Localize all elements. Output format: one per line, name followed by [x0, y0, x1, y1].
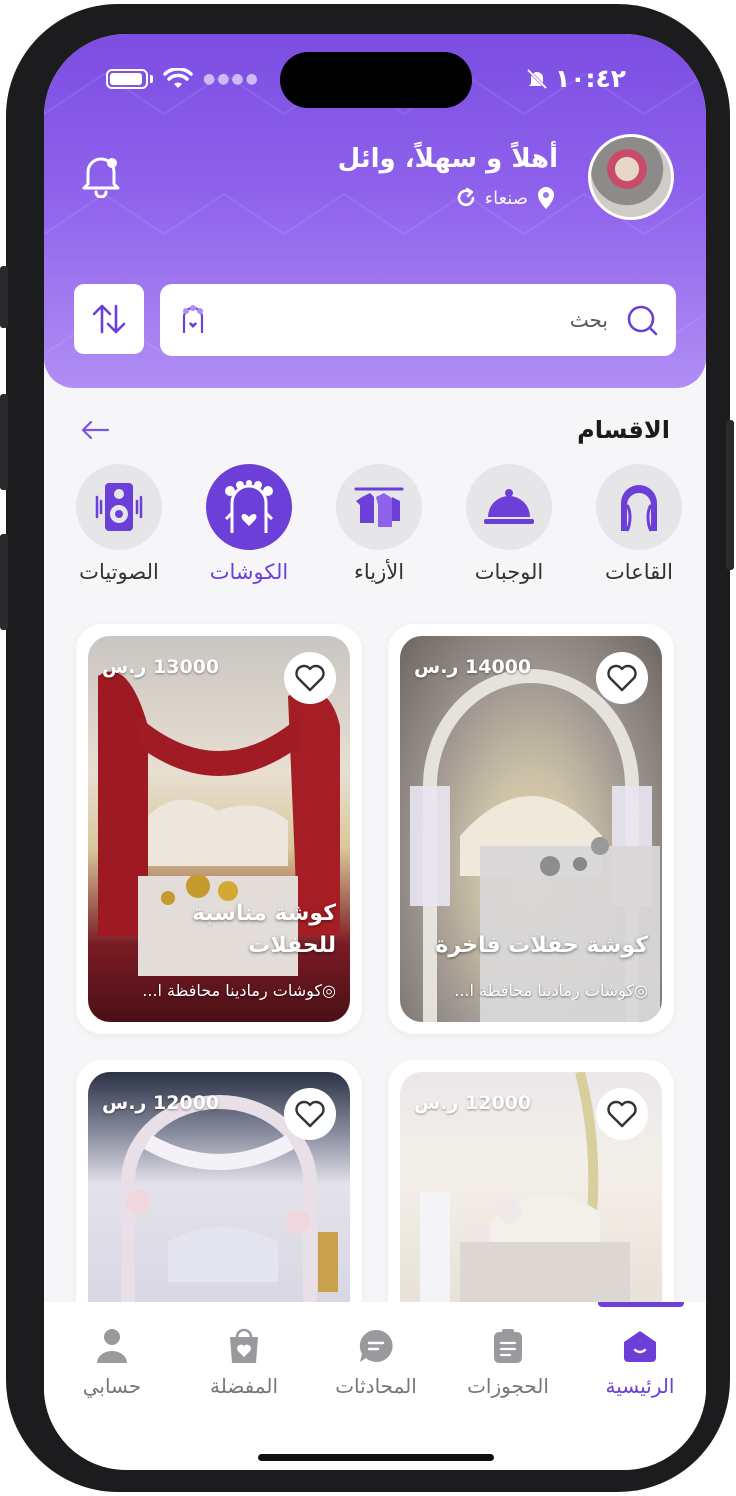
home-indicator [258, 1454, 494, 1461]
tab-chats[interactable]: المحادثات [310, 1326, 442, 1398]
app-screen: ●●●● ١٠:٤٢ أهلاً و سهلاً، وائل صنعاء بحث… [44, 34, 706, 1470]
status-bar-right: ١٠:٤٢ [525, 64, 626, 93]
clothes-rack-icon [354, 487, 404, 527]
listing-price: 12000 ر.س [102, 1092, 220, 1114]
food-dome-icon [484, 489, 534, 524]
volume-up-button [0, 394, 8, 490]
listing-title: كوشة حفلات فاخرة [435, 933, 648, 959]
listing-card[interactable]: 12000 ر.س [388, 1060, 674, 1334]
heart-icon [295, 1100, 325, 1128]
tab-home[interactable]: الرئيسية [574, 1326, 706, 1398]
silent-switch [0, 266, 8, 328]
location-pin-icon [538, 187, 554, 209]
header: ●●●● ١٠:٤٢ أهلاً و سهلاً، وائل صنعاء بحث [44, 34, 706, 388]
listing-location: ◎كوشات رمادينا محافظة ا... [454, 981, 648, 1000]
volume-down-button [0, 534, 8, 630]
category-row: القاعات الوجبات الأزياء الكوشات الصوتيات [44, 464, 706, 594]
search-bar[interactable]: بحث [160, 284, 676, 356]
sort-button[interactable] [74, 284, 144, 354]
favorites-bag-icon [230, 1328, 258, 1363]
clipboard-icon [494, 1329, 522, 1363]
home-icon [624, 1331, 656, 1362]
category-fashion[interactable]: الأزياء [314, 464, 444, 584]
listing-card[interactable]: 13000 ر.س كوشة مناسبة للحفلات ◎كوشات رما… [76, 624, 362, 1034]
greeting-text: أهلاً و سهلاً، وائل [337, 144, 558, 174]
listing-price: 12000 ر.س [414, 1092, 532, 1114]
wedding-stage-filter-icon[interactable] [178, 303, 208, 337]
notification-bell-icon[interactable] [80, 152, 122, 198]
battery-icon [106, 69, 148, 89]
category-meals[interactable]: الوجبات [444, 464, 574, 584]
search-input[interactable]: بحث [570, 308, 608, 332]
favorite-button[interactable] [596, 652, 648, 704]
refresh-icon[interactable] [455, 187, 477, 209]
muted-bell-icon [526, 68, 548, 89]
listing-card[interactable]: 12000 ر.س [76, 1060, 362, 1334]
heart-icon [607, 1100, 637, 1128]
arch-icon [621, 485, 657, 532]
sort-arrows-icon [92, 304, 126, 334]
see-all-arrow-icon[interactable] [80, 414, 110, 447]
speaker-icon [95, 483, 143, 531]
heart-icon [607, 664, 637, 692]
location-text: صنعاء [484, 187, 528, 209]
favorite-button[interactable] [596, 1088, 648, 1140]
bottom-tab-bar: الرئيسية الحجوزات المحادثات المفضلة حساب… [44, 1302, 706, 1470]
status-time: ١٠:٤٢ [554, 64, 626, 93]
tab-account[interactable]: حسابي [46, 1326, 178, 1398]
phone-frame: ●●●● ١٠:٤٢ أهلاً و سهلاً، وائل صنعاء بحث… [0, 4, 734, 1492]
listing-price: 13000 ر.س [102, 656, 220, 678]
signal-icon: ●●●● [203, 71, 260, 87]
category-audio[interactable]: الصوتيات [54, 464, 184, 584]
listing-image: 13000 ر.س كوشة مناسبة للحفلات ◎كوشات رما… [88, 636, 350, 1022]
listing-location: ◎كوشات رمادينا محافظة ا... [142, 981, 336, 1000]
chat-bubble-icon [359, 1329, 393, 1362]
power-button [726, 420, 734, 570]
listing-title: كوشة مناسبة للحفلات [191, 901, 336, 959]
listing-image: 12000 ر.س [400, 1072, 662, 1322]
listing-price: 14000 ر.س [414, 656, 532, 678]
tab-bookings[interactable]: الحجوزات [442, 1326, 574, 1398]
dynamic-island [280, 52, 472, 108]
active-tab-indicator [598, 1302, 684, 1307]
wedding-stage-icon [224, 480, 274, 533]
category-halls[interactable]: القاعات [574, 464, 704, 584]
favorite-button[interactable] [284, 1088, 336, 1140]
tab-favorites[interactable]: المفضلة [178, 1326, 310, 1398]
listing-image: 12000 ر.س [88, 1072, 350, 1322]
location-row[interactable]: صنعاء [455, 186, 556, 210]
status-bar-left: ●●●● [106, 68, 260, 90]
user-icon [97, 1329, 127, 1363]
favorite-button[interactable] [284, 652, 336, 704]
listing-card[interactable]: 14000 ر.س كوشة حفلات فاخرة ◎كوشات رمادين… [388, 624, 674, 1034]
search-icon [627, 305, 658, 336]
listing-image: 14000 ر.س كوشة حفلات فاخرة ◎كوشات رمادين… [400, 636, 662, 1022]
category-kosha[interactable]: الكوشات [184, 464, 314, 584]
wifi-icon [163, 68, 193, 88]
avatar[interactable] [588, 134, 674, 220]
categories-title: الاقسام [577, 416, 670, 444]
heart-icon [295, 664, 325, 692]
